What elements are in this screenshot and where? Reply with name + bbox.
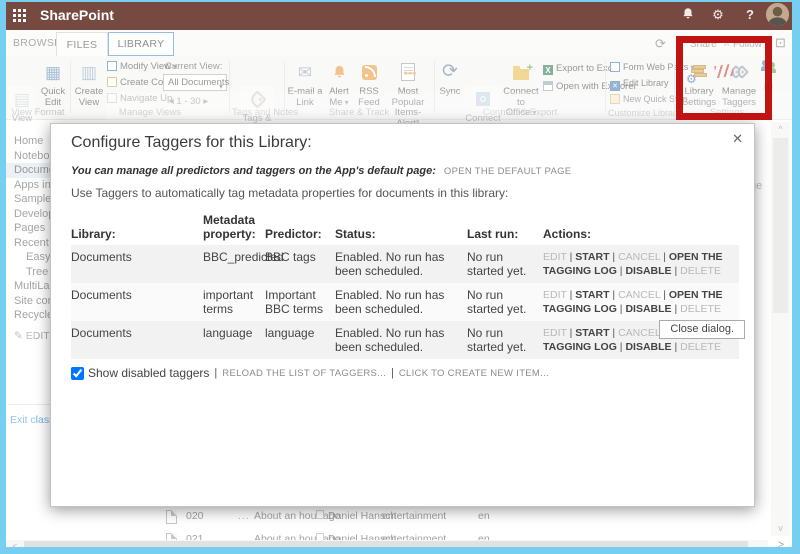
close-dialog-button[interactable]: Close dialog. [659,320,745,339]
cell-last-run: No run started yet. [467,321,543,359]
table-row: Documents BBC_predicted BBC tags Enabled… [71,245,739,283]
cell-property: important terms [203,283,265,321]
cell-library: Documents [71,283,203,321]
taggers-table: Library: Metadata property: Predictor: S… [71,211,739,359]
configure-taggers-dialog: ✕ Configure Taggers for this Library: Yo… [50,123,755,507]
cell-status: Enabled. No run has been scheduled. [335,321,467,359]
action-link: CANCEL [618,289,660,301]
cell-library: Documents [71,321,203,359]
show-disabled-taggers-checkbox[interactable] [71,367,84,380]
app-launcher-waffle-icon[interactable] [13,9,16,12]
suite-bar: SharePoint ⚙ ? [0,0,800,30]
col-header-status: Status: [335,225,467,245]
dialog-footer: Show disabled taggers | RELOAD THE LIST … [71,366,737,380]
frame-edge-top [0,0,800,2]
frame-edge-right [792,0,800,554]
action-link[interactable]: START [575,289,609,301]
action-separator: | [610,327,619,339]
action-separator: | [610,289,619,301]
create-new-item-link[interactable]: CLICK TO CREATE NEW ITEM... [399,368,549,379]
col-header-last-run: Last run: [467,225,543,245]
action-separator: | [672,341,681,353]
table-row: Documents important terms Important BBC … [71,283,739,321]
table-row: Documents language language Enabled. No … [71,321,739,359]
action-link: DELETE [680,265,721,277]
action-separator: | [567,289,576,301]
reload-taggers-link[interactable]: RELOAD THE LIST OF TAGGERS... [222,368,386,379]
action-link[interactable]: START [575,251,609,263]
action-separator: | [672,265,681,277]
action-link: DELETE [680,341,721,353]
show-disabled-taggers-label: Show disabled taggers [88,366,209,380]
action-separator: | [672,303,681,315]
cell-last-run: No run started yet. [467,283,543,321]
close-icon[interactable]: ✕ [732,131,743,147]
frame-edge-left [0,0,6,554]
action-link[interactable]: START [575,327,609,339]
dialog-note: You can manage all predictors and tagger… [71,165,737,177]
app-title: SharePoint [40,7,114,23]
table-header-row: Library: Metadata property: Predictor: S… [71,211,739,245]
action-link: EDIT [543,327,567,339]
action-separator: | [610,251,619,263]
col-header-actions: Actions: [543,225,739,245]
cell-actions: EDIT | START | CANCEL | OPEN THE TAGGING… [543,283,739,321]
action-separator: | [660,251,669,263]
action-link: EDIT [543,289,567,301]
action-link: CANCEL [618,327,660,339]
dialog-title: Configure Taggers for this Library: [71,134,737,152]
action-link: DELETE [680,303,721,315]
settings-gear-icon[interactable]: ⚙ [708,6,728,24]
sharepoint-page: SharePoint ⚙ ? BROWSE FILES LIBRARY ⟳ Sh… [0,0,800,554]
col-header-library: Library: [71,225,203,245]
cell-predictor: language [265,321,335,359]
cell-predictor: BBC tags [265,245,335,283]
action-separator: | [567,327,576,339]
action-link[interactable]: DISABLE [625,265,671,277]
col-header-predictor: Predictor: [265,225,335,245]
cell-status: Enabled. No run has been scheduled. [335,245,467,283]
cell-actions: EDIT | START | CANCEL | OPEN THE TAGGING… [543,245,739,283]
user-avatar[interactable] [766,3,789,26]
cell-status: Enabled. No run has been scheduled. [335,283,467,321]
cell-property: language [203,321,265,359]
red-highlight-annotation [676,36,772,120]
footer-separator: | [391,367,394,379]
col-header-property: Metadata property: [203,211,265,245]
cell-library: Documents [71,245,203,283]
cell-last-run: No run started yet. [467,245,543,283]
action-link[interactable]: DISABLE [625,303,671,315]
footer-separator: | [214,367,217,379]
open-default-page-link[interactable]: OPEN THE DEFAULT PAGE [444,166,572,177]
dialog-intro: Use Taggers to automatically tag metadat… [71,186,737,200]
action-link[interactable]: DISABLE [625,341,671,353]
action-link: CANCEL [618,251,660,263]
help-icon[interactable]: ? [740,6,760,24]
action-separator: | [660,289,669,301]
cell-predictor: Important BBC terms [265,283,335,321]
frame-edge-bottom [0,547,800,554]
notifications-bell-icon[interactable] [678,6,698,24]
action-separator: | [567,251,576,263]
cell-property: BBC_predicted [203,245,265,283]
action-link: EDIT [543,251,567,263]
